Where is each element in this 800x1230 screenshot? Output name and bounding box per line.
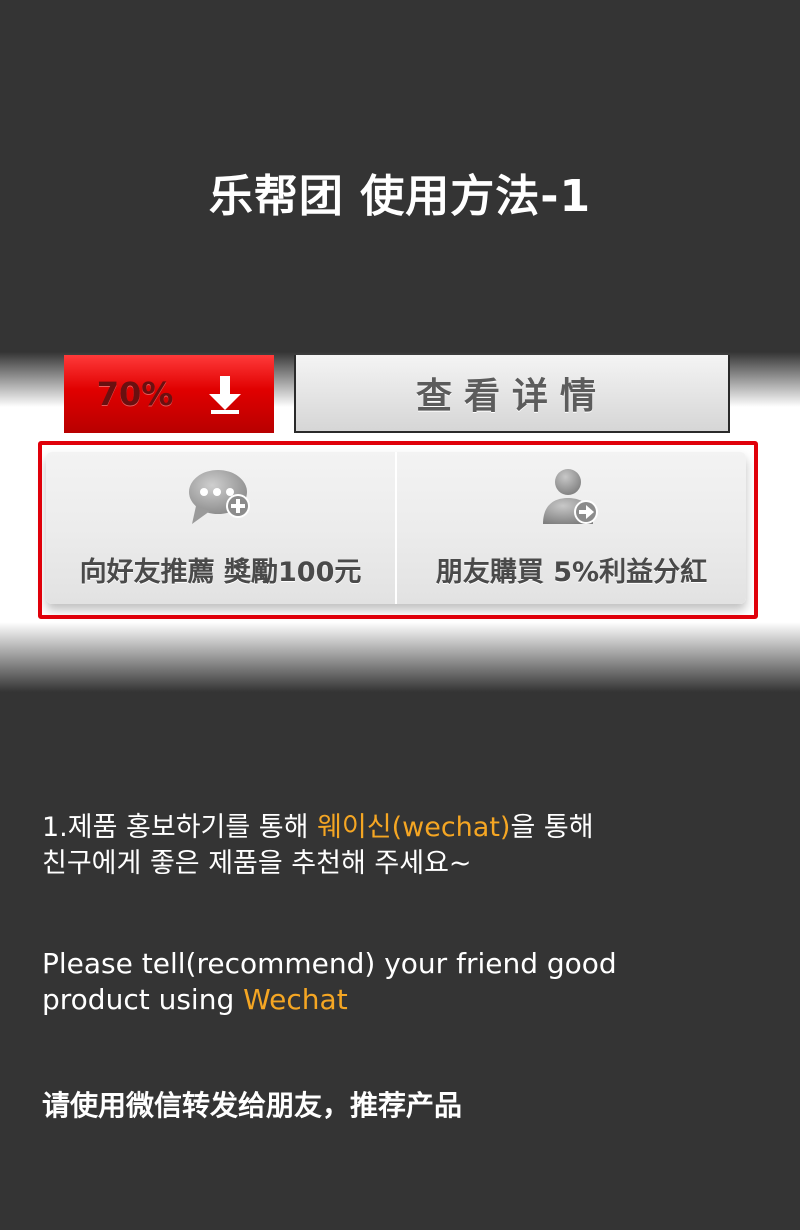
korean-line-1-end: 을 통해 [510,812,594,843]
down-arrow-icon [209,376,242,414]
english-line-1: Please tell(recommend) your friend good [42,947,617,980]
korean-instruction: 1.제품 홍보하기를 통해 웨이신(wechat)을 통해 친구에게 좋은 제품… [42,810,594,882]
korean-line-1-text: 1.제품 홍보하기를 통해 [42,812,318,843]
chinese-instruction: 请使用微信转发给朋友，推荐产品 [42,1089,463,1122]
highlight-box [38,441,758,619]
discount-button[interactable]: 70% [64,355,274,433]
english-line-2-text: product using [42,983,244,1016]
page: 乐帮团 使用方法-1 70% 查看详情 向好友推薦 獎勵100元 朋友購買 5%… [0,0,800,1230]
page-title: 乐帮团 使用方法-1 [208,171,592,222]
view-details-button[interactable]: 查看详情 [294,355,730,433]
korean-line-1: 1.제품 홍보하기를 통해 웨이신(wechat)을 통해 [42,810,594,846]
wechat-highlight-en: Wechat [243,983,348,1016]
english-line-2: product using Wechat [42,982,617,1018]
english-instruction: Please tell(recommend) your friend good … [42,946,617,1018]
korean-line-2: 친구에게 좋은 제품을 추천해 주세요~ [42,848,472,879]
wechat-highlight-ko: 웨이신(wechat) [317,812,511,843]
discount-value: 70% [96,375,174,413]
